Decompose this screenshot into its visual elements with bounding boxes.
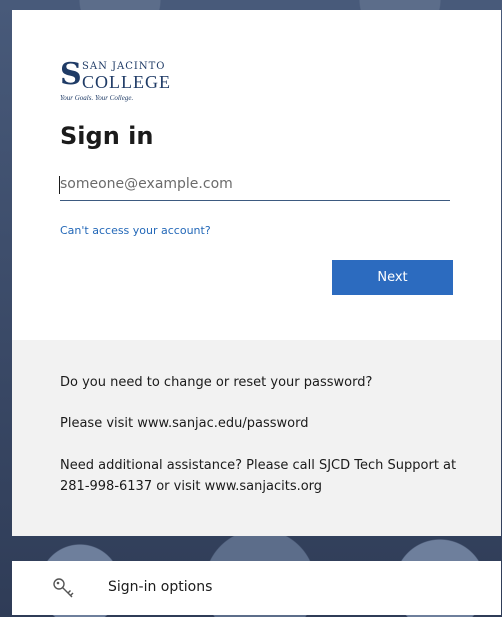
logo-line1: SAN JACINTO — [82, 61, 166, 72]
cant-access-account-link[interactable]: Can't access your account? — [60, 224, 211, 237]
logo-line2: COLLEGE — [82, 72, 171, 92]
sign-in-options-button[interactable]: Sign-in options — [12, 561, 501, 615]
sign-in-card: S SAN JACINTO COLLEGE Your Goals. Your C… — [12, 10, 501, 340]
password-reset-question: Do you need to change or reset your pass… — [60, 375, 373, 390]
logo-tagline: Your Goals. Your College. — [60, 94, 134, 102]
help-info-panel: Do you need to change or reset your pass… — [12, 340, 501, 536]
sign-in-options-label: Sign-in options — [108, 579, 213, 595]
next-button[interactable]: Next — [332, 260, 453, 295]
page-title: Sign in — [60, 122, 154, 150]
san-jacinto-college-logo: S SAN JACINTO COLLEGE Your Goals. Your C… — [60, 58, 190, 106]
text-caret — [59, 176, 60, 194]
email-input[interactable] — [60, 168, 450, 201]
logo-s-mark: S — [60, 57, 82, 92]
tech-support-text: Need additional assistance? Please call … — [60, 458, 457, 494]
key-icon — [52, 577, 76, 599]
password-reset-url: Please visit www.sanjac.edu/password — [60, 416, 309, 431]
